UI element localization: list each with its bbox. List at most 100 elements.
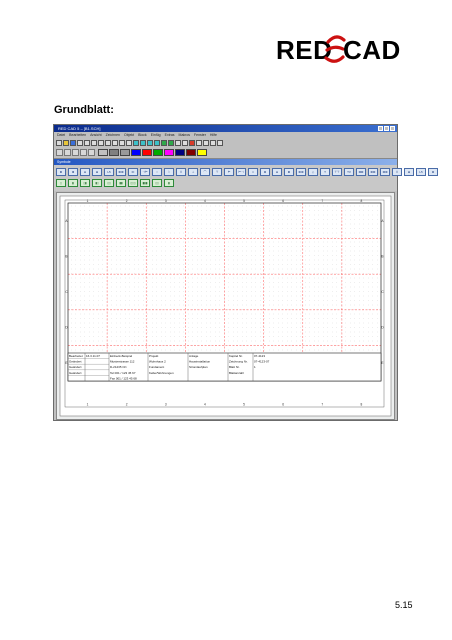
drawing-area[interactable]: 1122334455667788 AABBCCDDEE Bearbeitet 16…: [56, 192, 395, 420]
column-label: 5: [243, 199, 245, 203]
color-swatch[interactable]: [164, 148, 174, 156]
color-swatch[interactable]: [98, 148, 108, 156]
hatch-control[interactable]: [80, 148, 87, 156]
page-number: 5.15: [395, 600, 413, 610]
color-tool-icon[interactable]: [189, 139, 195, 146]
symbol-button[interactable]: ⊏: [284, 168, 294, 176]
title-block-text: Keller/Wohnungen: [149, 371, 174, 375]
color-swatch[interactable]: [175, 148, 185, 156]
zoom-in-icon[interactable]: [161, 139, 167, 146]
palette-row-2: ▯ ▮ ▯▮ ▮▯ ▯▯ ▮▮ ▯▯▯ ▮▮▮ ▯▯ ▮: [56, 179, 174, 187]
symbol-button[interactable]: ⊤⊤: [332, 168, 342, 176]
close-button[interactable]: [390, 126, 395, 131]
symbol-button[interactable]: ▯▯: [152, 179, 162, 187]
fill-style-control[interactable]: [72, 148, 79, 156]
palette-title: Symbole: [57, 160, 71, 164]
symbol-button[interactable]: ⊏⊏: [368, 168, 378, 176]
print-icon[interactable]: [77, 139, 83, 146]
symbol-button[interactable]: L5: [416, 168, 426, 176]
symbol-button[interactable]: TV: [344, 168, 354, 176]
help-icon[interactable]: [217, 139, 223, 146]
line-tool-icon[interactable]: [133, 139, 139, 146]
line-style-control[interactable]: [56, 148, 63, 156]
rectangle-tool-icon[interactable]: [140, 139, 146, 146]
symbol-button[interactable]: ▮: [68, 179, 78, 187]
symbol-button[interactable]: ⌇: [164, 168, 174, 176]
column-label: 7: [321, 403, 323, 407]
symbol-button[interactable]: ⊏: [56, 168, 66, 176]
symbol-button[interactable]: ⌇⌇: [176, 168, 186, 176]
symbol-button[interactable]: FI: [128, 168, 138, 176]
column-label: 3: [165, 403, 167, 407]
pointer-icon[interactable]: [126, 139, 132, 146]
symbol-button[interactable]: ▯▮: [80, 179, 90, 187]
circle-tool-icon[interactable]: [147, 139, 153, 146]
symbol-button[interactable]: ▮▮▮: [140, 179, 150, 187]
format-toolbar: [54, 147, 397, 157]
arc-tool-icon[interactable]: [154, 139, 160, 146]
title-block-text: Bearbeitet: [69, 354, 83, 358]
symbol-button[interactable]: ⊠: [260, 168, 270, 176]
save-icon[interactable]: [70, 139, 76, 146]
symbol-button[interactable]: ▮: [164, 179, 174, 187]
symbol-button[interactable]: ⊐⊏: [356, 168, 366, 176]
symbol-button[interactable]: ⊞: [404, 168, 414, 176]
layer-control[interactable]: [88, 148, 95, 156]
new-file-icon[interactable]: [56, 139, 62, 146]
title-block: Bearbeitet 16.3.11.07 Einbeck-Beispiel Proj…: [67, 352, 382, 382]
redo-icon[interactable]: [119, 139, 125, 146]
paste-icon[interactable]: [105, 139, 111, 146]
rotate-icon[interactable]: [203, 139, 209, 146]
maximize-button[interactable]: [384, 126, 389, 131]
symbol-button[interactable]: ○: [152, 168, 162, 176]
symbol-button[interactable]: ⊢: [224, 168, 234, 176]
symbol-button[interactable]: ⌒: [200, 168, 210, 176]
copy-icon[interactable]: [98, 139, 104, 146]
symbol-button[interactable]: ⊞: [92, 168, 102, 176]
symbol-button[interactable]: ▯▯▯: [128, 179, 138, 187]
symbol-button[interactable]: ⊏⊐: [296, 168, 306, 176]
symbol-button[interactable]: ⊐: [68, 168, 78, 176]
symbol-button[interactable]: ⊢⊣: [236, 168, 246, 176]
symbol-button[interactable]: ⊥: [188, 168, 198, 176]
color-swatch[interactable]: [153, 148, 163, 156]
line-width-control[interactable]: [64, 148, 71, 156]
zoom-out-icon[interactable]: [168, 139, 174, 146]
palette-titlebar: Symbole: [54, 159, 397, 165]
text-tool-icon[interactable]: [182, 139, 188, 146]
symbol-button[interactable]: ⊏⊐: [116, 168, 126, 176]
symbol-button[interactable]: ▮▮: [116, 179, 126, 187]
color-swatch[interactable]: [197, 148, 207, 156]
symbol-button[interactable]: ⊤: [212, 168, 222, 176]
color-swatch[interactable]: [131, 148, 141, 156]
symbol-button[interactable]: ▯: [56, 179, 66, 187]
title-block-text: Stromlaufplan: [189, 365, 208, 369]
column-label: 3: [165, 199, 167, 203]
symbol-button[interactable]: T: [320, 168, 330, 176]
cut-icon[interactable]: [91, 139, 97, 146]
symbol-button[interactable]: □: [248, 168, 258, 176]
pencil-icon[interactable]: [196, 139, 202, 146]
mirror-icon[interactable]: [210, 139, 216, 146]
symbol-button[interactable]: ⊠: [428, 168, 438, 176]
color-swatch[interactable]: [142, 148, 152, 156]
symbol-button[interactable]: ▯▯: [104, 179, 114, 187]
symbol-button[interactable]: ⊟: [272, 168, 282, 176]
symbol-button[interactable]: ⊣⊢: [140, 168, 150, 176]
symbol-button[interactable]: ◇: [308, 168, 318, 176]
print-preview-icon[interactable]: [84, 139, 90, 146]
zoom-window-icon[interactable]: [175, 139, 181, 146]
color-swatch[interactable]: [109, 148, 119, 156]
symbol-button[interactable]: ⊐⊐: [380, 168, 390, 176]
symbol-button[interactable]: ⊟: [80, 168, 90, 176]
title-block-text: 07-4123: [254, 354, 265, 358]
color-swatch[interactable]: [120, 148, 130, 156]
symbol-button[interactable]: ⌇⌇: [392, 168, 402, 176]
undo-icon[interactable]: [112, 139, 118, 146]
color-swatch[interactable]: [186, 148, 196, 156]
symbol-button[interactable]: L5: [104, 168, 114, 176]
title-block-text: Anlage: [189, 354, 199, 358]
symbol-button[interactable]: ▮▯: [92, 179, 102, 187]
minimize-button[interactable]: [378, 126, 383, 131]
open-folder-icon[interactable]: [63, 139, 69, 146]
